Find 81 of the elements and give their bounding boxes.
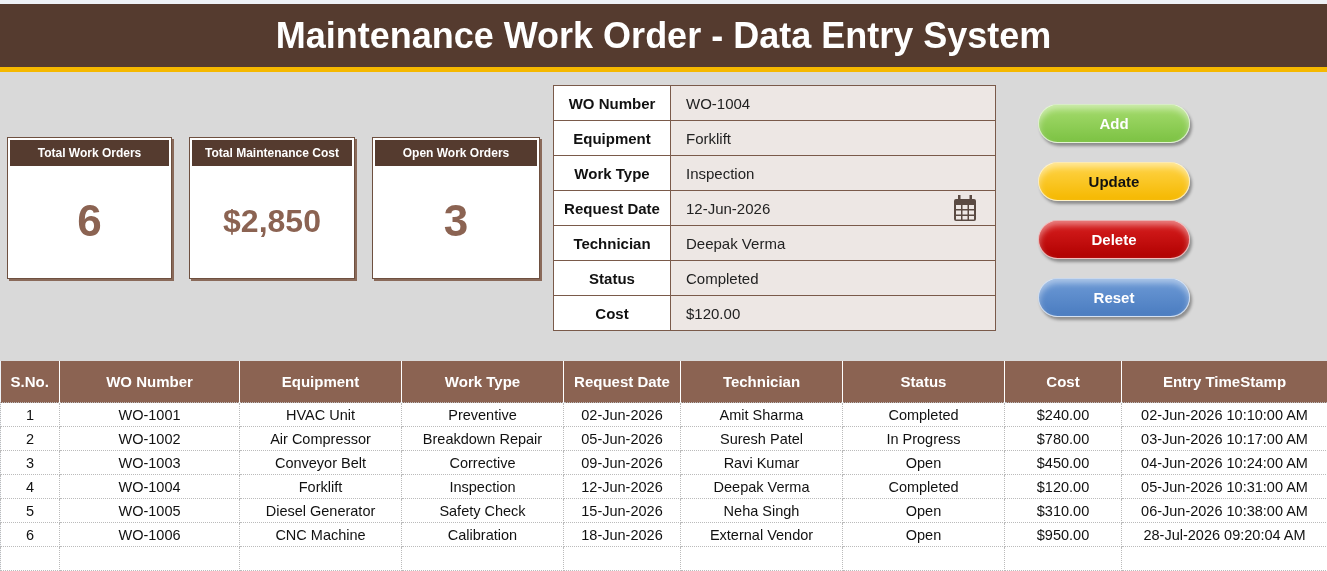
table-cell: $780.00 bbox=[1004, 426, 1122, 451]
table-cell: Calibration bbox=[401, 522, 564, 547]
table-cell: Safety Check bbox=[401, 498, 564, 523]
column-header: Work Type bbox=[401, 361, 564, 403]
kpi-label: Total Maintenance Cost bbox=[192, 140, 352, 166]
table-cell: 18-Jun-2026 bbox=[563, 522, 681, 547]
page-title: Maintenance Work Order - Data Entry System bbox=[275, 14, 1052, 57]
table-cell: HVAC Unit bbox=[239, 402, 402, 427]
table-cell: 6 bbox=[0, 522, 60, 547]
table-cell: 06-Jun-2026 10:38:00 AM bbox=[1121, 498, 1327, 523]
table-cell: 3 bbox=[0, 450, 60, 475]
input-field[interactable]: WO-1004 bbox=[671, 86, 995, 120]
table-cell: 12-Jun-2026 bbox=[563, 474, 681, 499]
action-button[interactable]: Update bbox=[1038, 162, 1190, 201]
action-button[interactable]: Reset bbox=[1038, 278, 1190, 317]
table-cell: WO-1006 bbox=[59, 522, 240, 547]
table-cell: Forklift bbox=[239, 474, 402, 499]
table-cell: $450.00 bbox=[1004, 450, 1122, 475]
table-cell: Air Compressor bbox=[239, 426, 402, 451]
column-header: Technician bbox=[680, 361, 843, 403]
table-cell: $240.00 bbox=[1004, 402, 1122, 427]
table-cell: Ravi Kumar bbox=[680, 450, 843, 475]
column-header: Status bbox=[842, 361, 1005, 403]
table-cell: 15-Jun-2026 bbox=[563, 498, 681, 523]
table-cell: 09-Jun-2026 bbox=[563, 450, 681, 475]
input-field[interactable]: 12-Jun-2026 bbox=[671, 191, 995, 225]
table-cell: Neha Singh bbox=[680, 498, 843, 523]
kpi-value: 6 bbox=[77, 196, 102, 246]
column-header: Request Date bbox=[563, 361, 681, 403]
kpi-label: Total Work Orders bbox=[10, 140, 169, 166]
input-field[interactable]: Inspection bbox=[671, 156, 995, 190]
column-header: Cost bbox=[1004, 361, 1122, 403]
input-field[interactable]: Forklift bbox=[671, 121, 995, 155]
table-cell: Conveyor Belt bbox=[239, 450, 402, 475]
table-cell: Completed bbox=[842, 402, 1005, 427]
table-cell: Preventive bbox=[401, 402, 564, 427]
table-cell: 4 bbox=[0, 474, 60, 499]
table-cell: 02-Jun-2026 10:10:00 AM bbox=[1121, 402, 1327, 427]
table-cell: 02-Jun-2026 bbox=[563, 402, 681, 427]
column-header: WO Number bbox=[59, 361, 240, 403]
column-header: S.No. bbox=[0, 361, 60, 403]
calendar-icon[interactable] bbox=[953, 194, 977, 222]
kpi-value: $2,850 bbox=[223, 202, 321, 240]
table-cell: WO-1001 bbox=[59, 402, 240, 427]
table-cell: Diesel Generator bbox=[239, 498, 402, 523]
input-field[interactable]: $120.00 bbox=[671, 296, 995, 330]
table-cell: $950.00 bbox=[1004, 522, 1122, 547]
input-field[interactable]: Completed bbox=[671, 261, 995, 295]
table-cell: 2 bbox=[0, 426, 60, 451]
table-cell: Corrective bbox=[401, 450, 564, 475]
kpi-value: 3 bbox=[443, 196, 469, 246]
table-cell: Deepak Verma bbox=[680, 474, 843, 499]
column-header: Entry TimeStamp bbox=[1121, 361, 1327, 403]
table-cell: CNC Machine bbox=[239, 522, 402, 547]
table-cell: WO-1004 bbox=[59, 474, 240, 499]
kpi-label: Open Work Orders bbox=[375, 140, 537, 166]
table-cell: $120.00 bbox=[1004, 474, 1122, 499]
table-cell: Open bbox=[842, 450, 1005, 475]
table-cell: 05-Jun-2026 bbox=[563, 426, 681, 451]
table-cell: WO-1003 bbox=[59, 450, 240, 475]
table-cell: External Vendor bbox=[680, 522, 843, 547]
action-button[interactable]: Delete bbox=[1038, 220, 1190, 259]
table-cell: Amit Sharma bbox=[680, 402, 843, 427]
table-cell: In Progress bbox=[842, 426, 1005, 451]
column-header: Equipment bbox=[239, 361, 402, 403]
table-cell: Open bbox=[842, 522, 1005, 547]
table-cell: 03-Jun-2026 10:17:00 AM bbox=[1121, 426, 1327, 451]
input-field[interactable]: Deepak Verma bbox=[671, 226, 995, 260]
table-cell: 28-Jul-2026 09:20:04 AM bbox=[1121, 522, 1327, 547]
table-cell: Breakdown Repair bbox=[401, 426, 564, 451]
table-cell: Suresh Patel bbox=[680, 426, 843, 451]
table-cell: 1 bbox=[0, 402, 60, 427]
table-cell: WO-1002 bbox=[59, 426, 240, 451]
table-cell: 04-Jun-2026 10:24:00 AM bbox=[1121, 450, 1327, 475]
table-cell: Completed bbox=[842, 474, 1005, 499]
table-cell: Open bbox=[842, 498, 1005, 523]
table-cell: 5 bbox=[0, 498, 60, 523]
table-cell: $310.00 bbox=[1004, 498, 1122, 523]
table-cell: 05-Jun-2026 10:31:00 AM bbox=[1121, 474, 1327, 499]
table-cell: Inspection bbox=[401, 474, 564, 499]
table-cell: WO-1005 bbox=[59, 498, 240, 523]
